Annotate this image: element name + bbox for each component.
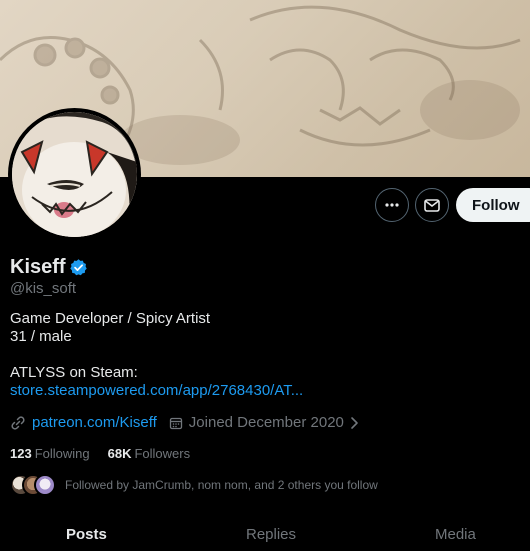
followed-by-text: Followed by JamCrumb, nom nom, and 2 oth… <box>65 478 378 492</box>
tab-media[interactable]: Media <box>435 526 476 543</box>
mutual-avatar <box>34 474 56 496</box>
following-label: Following <box>34 446 90 461</box>
follow-counts: 123 Following 68K Followers <box>10 446 190 461</box>
following-count: 123 <box>10 446 32 461</box>
mutual-avatars <box>10 474 56 496</box>
message-button[interactable] <box>415 188 449 222</box>
verified-badge-icon[interactable] <box>69 258 88 277</box>
followed-by[interactable]: Followed by JamCrumb, nom nom, and 2 oth… <box>10 474 378 496</box>
follow-button[interactable]: Follow <box>456 188 530 222</box>
chevron-right-icon[interactable] <box>350 416 360 430</box>
following-link[interactable]: 123 Following <box>10 446 90 461</box>
joined-date: Joined December 2020 <box>188 414 344 431</box>
followers-link[interactable]: 68K Followers <box>108 446 190 461</box>
followers-count: 68K <box>107 446 132 461</box>
bio-line: 31 / male <box>10 328 72 345</box>
more-button[interactable] <box>375 188 409 222</box>
display-name: Kiseff <box>10 256 66 278</box>
profile-actions: Follow <box>0 188 530 222</box>
bio-line: Game Developer / Spicy Artist <box>10 310 211 327</box>
tab-posts[interactable]: Posts <box>66 526 107 543</box>
followers-label: Followers <box>134 446 191 461</box>
handle: @kis_soft <box>10 280 77 297</box>
tab-replies[interactable]: Replies <box>246 526 296 543</box>
calendar-icon <box>169 417 182 429</box>
more-icon <box>385 203 399 207</box>
bio-line: ATLYSS on Steam: <box>10 364 138 381</box>
name-row: Kiseff <box>10 256 88 279</box>
website-link[interactable]: patreon.com/Kiseff <box>32 414 157 431</box>
mail-icon <box>424 199 440 212</box>
link-icon <box>11 415 25 430</box>
bio-steam-link[interactable]: store.steampowered.com/app/2768430/AT... <box>10 382 303 400</box>
profile-tabs: Posts Replies Media <box>0 517 530 551</box>
profile-meta: patreon.com/Kiseff Joined December 2020 <box>10 414 360 431</box>
